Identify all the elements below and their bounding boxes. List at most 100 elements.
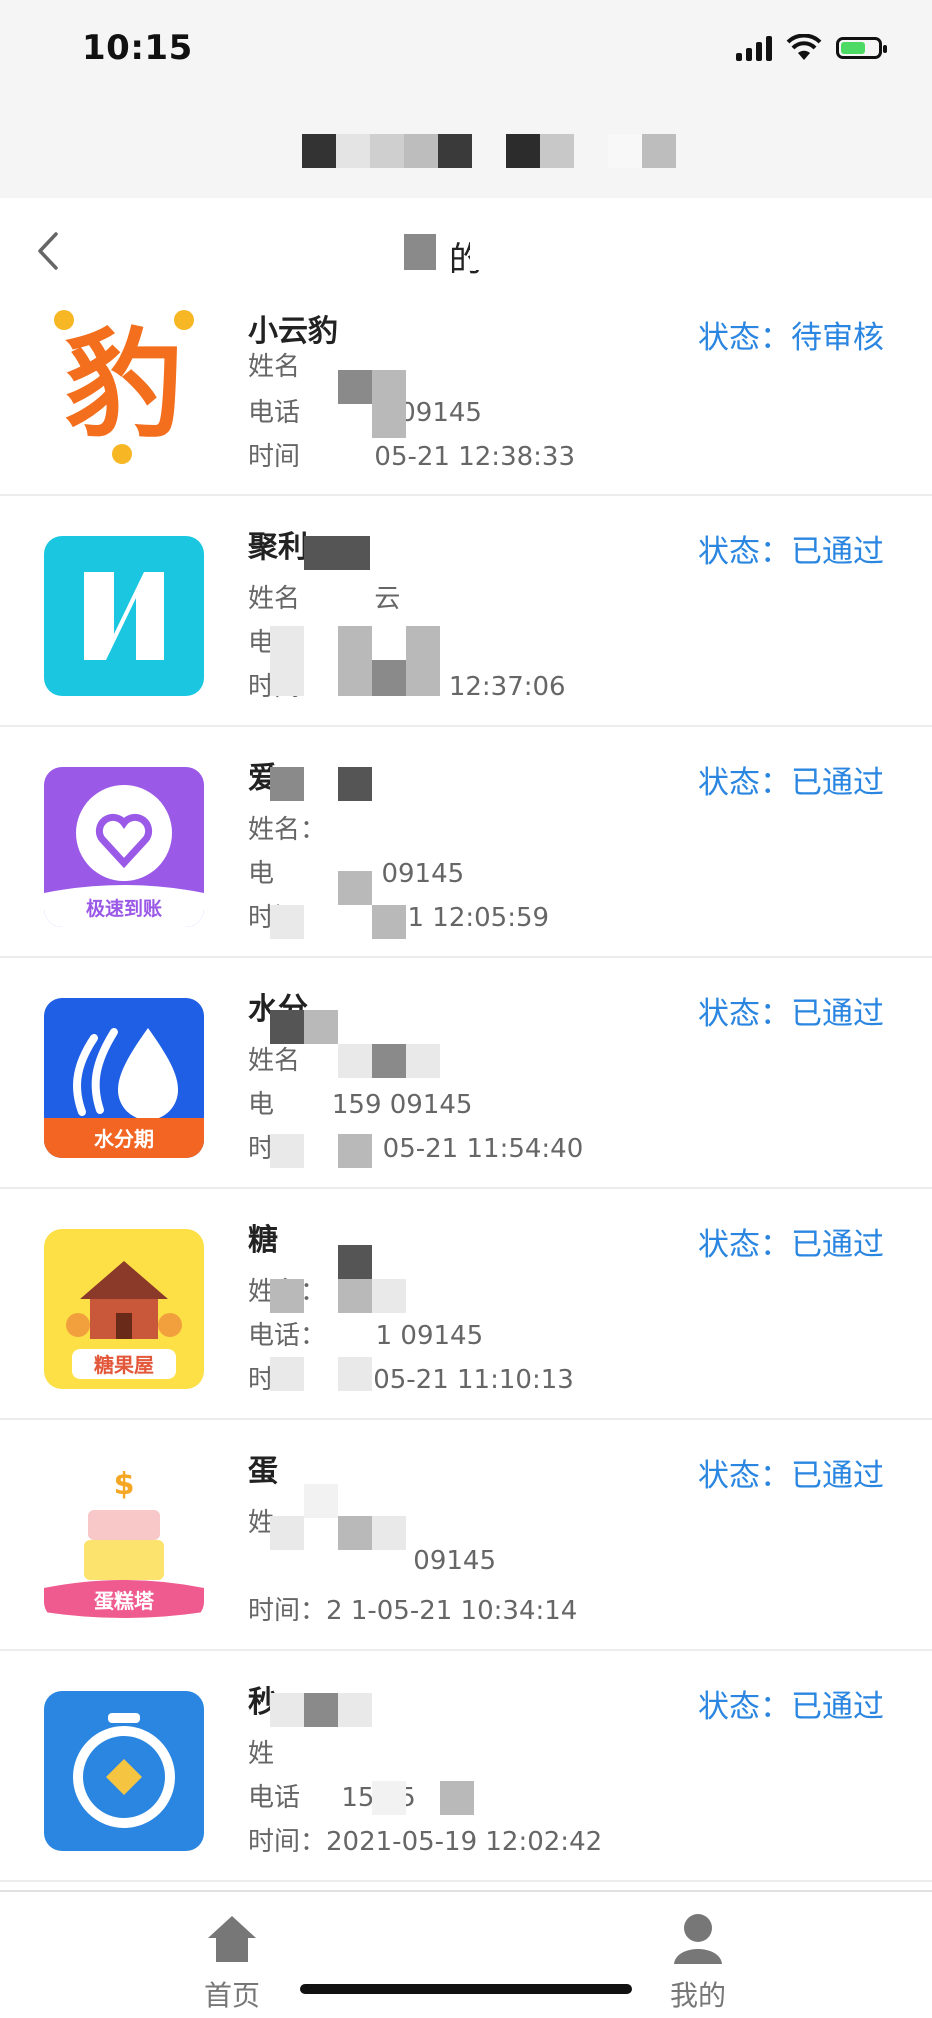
list-item[interactable]: 豹 小云豹 姓名 电话 159 09145 时间 05-21 12:38:33 … — [0, 302, 932, 496]
svg-text:$: $ — [114, 1467, 135, 1502]
redaction-block — [338, 370, 372, 404]
tab-label: 我的 — [669, 1979, 726, 2012]
stopwatch-logo — [44, 1691, 204, 1851]
redaction-block — [270, 626, 304, 696]
redaction-block — [372, 660, 406, 696]
item-phone-line: 电话： 1 09145 — [248, 1321, 484, 1351]
redaction-block — [404, 234, 436, 270]
redaction-block — [372, 1516, 406, 1550]
redaction-block — [270, 1693, 304, 1727]
redaction-block — [338, 1357, 372, 1391]
redaction-block — [270, 1357, 304, 1391]
status-label: 状态：待审核 — [698, 320, 884, 356]
mosaic-block — [336, 134, 370, 168]
mosaic-block — [642, 134, 676, 168]
redaction-block — [270, 1010, 304, 1044]
status-label: 状态：已通过 — [698, 1227, 884, 1263]
item-time-line: 时间 05-21 12:38:33 — [248, 442, 575, 472]
redaction-block — [440, 1781, 474, 1815]
tab-label: 首页 — [203, 1979, 260, 2012]
redaction-block — [338, 1516, 372, 1550]
mosaic-block — [404, 134, 438, 168]
list-item[interactable]: 聚利 姓名 云 电话 5 时间 21 12:37:06 状态：已通过 — [0, 496, 932, 727]
redaction-block — [270, 1279, 304, 1313]
letter-n-logo — [44, 536, 204, 696]
tab-bar: 首页 我的 — [0, 1890, 932, 2018]
svg-text:水分期: 水分期 — [94, 1127, 154, 1151]
status-bar: 10:15 — [0, 0, 932, 100]
status-label: 状态：已通过 — [698, 765, 884, 801]
item-phone-line: 电 159 09145 — [248, 1090, 473, 1120]
candy-house-logo: 糖果屋 — [44, 1229, 204, 1389]
redaction-block — [270, 1516, 304, 1550]
status-label: 状态：已通过 — [698, 534, 884, 570]
item-name: 蛋 — [248, 1454, 278, 1489]
redaction-block — [338, 1693, 372, 1727]
mosaic-block — [608, 134, 642, 168]
home-icon — [208, 1916, 256, 1962]
water-drop-logo: 水分期 — [44, 998, 204, 1158]
svg-text:豹: 豹 — [65, 316, 183, 454]
status-time: 10:15 — [82, 28, 193, 68]
wifi-icon — [786, 34, 822, 60]
user-icon — [674, 1914, 722, 1964]
status-label: 状态：已通过 — [698, 996, 884, 1032]
battery-icon — [836, 37, 887, 59]
redaction-block — [304, 1484, 338, 1518]
list-item[interactable]: $ 蛋糕塔 蛋 姓 09145 时间：2 1-05-21 10:34:14 状态… — [0, 1420, 932, 1651]
redaction-block — [470, 234, 540, 270]
redaction-block — [372, 1279, 406, 1313]
page-title: 的 — [449, 240, 483, 280]
redaction-block — [372, 1781, 406, 1815]
status-icons — [736, 34, 887, 62]
redaction-block — [338, 1245, 372, 1279]
redaction-block — [372, 905, 406, 939]
mosaic-block — [438, 134, 472, 168]
svg-text:极速到账: 极速到账 — [86, 897, 162, 920]
item-name: 糖 — [248, 1223, 278, 1258]
item-name-line: 姓名 云 — [248, 584, 401, 614]
mosaic-block — [506, 134, 540, 168]
redaction-block — [304, 1693, 338, 1727]
item-name: 小云豹 — [248, 314, 338, 349]
item-name: 聚利 — [248, 530, 308, 565]
redaction-block — [338, 1279, 372, 1313]
redaction-block — [304, 536, 370, 570]
heart-logo: 极速到账 — [44, 767, 204, 927]
leopard-logo: 豹 — [44, 306, 204, 466]
redaction-block — [338, 1134, 372, 1168]
list-item[interactable]: 秒 姓 电话 159 5 时间：2021-05-19 12:02:42 状态：已… — [0, 1651, 932, 1882]
application-list: 豹 小云豹 姓名 电话 159 09145 时间 05-21 12:38:33 … — [0, 302, 932, 1882]
redaction-block — [270, 767, 304, 801]
redaction-block — [372, 1044, 406, 1078]
status-label: 状态：已通过 — [698, 1458, 884, 1494]
redaction-block — [406, 626, 440, 696]
item-name-line: 姓名 — [248, 1046, 301, 1076]
item-name-line: 姓名 — [248, 352, 301, 382]
list-item[interactable]: 糖果屋 糖 姓名： 电话： 1 09145 时 05-21 11:10:13 状… — [0, 1189, 932, 1420]
list-item[interactable]: 极速到账 爱 姓名： 电 09145 时间 21 12:05:59 状态：已通过 — [0, 727, 932, 958]
tab-home[interactable]: 首页 — [172, 1912, 292, 2014]
item-time-line: 时间：2021-05-19 12:02:42 — [248, 1827, 603, 1857]
home-indicator — [300, 1984, 632, 1994]
redaction-block — [338, 626, 372, 696]
header-banner — [0, 100, 932, 198]
item-time-line: 时间：2 1-05-21 10:34:14 — [248, 1596, 578, 1626]
redaction-block — [270, 1134, 304, 1168]
cake-logo: $ 蛋糕塔 — [44, 1460, 204, 1620]
redaction-block — [270, 905, 304, 939]
svg-text:糖果屋: 糖果屋 — [94, 1353, 154, 1377]
mosaic-block — [370, 134, 404, 168]
redaction-block — [338, 811, 372, 927]
cellular-signal-icon — [736, 35, 772, 61]
mosaic-block — [302, 134, 336, 168]
redaction-block — [338, 871, 372, 905]
redaction-block — [338, 767, 372, 801]
mosaic-block — [540, 134, 574, 168]
tab-mine[interactable]: 我的 — [638, 1912, 758, 2014]
item-phone-line: 09145 — [413, 1546, 497, 1576]
list-item[interactable]: 水分期 水分 姓名 电 159 09145 时间 05-21 11:54:40 … — [0, 958, 932, 1189]
svg-text:蛋糕塔: 蛋糕塔 — [94, 1589, 155, 1613]
status-label: 状态：已通过 — [698, 1689, 884, 1725]
item-name-line: 姓 — [248, 1739, 275, 1769]
